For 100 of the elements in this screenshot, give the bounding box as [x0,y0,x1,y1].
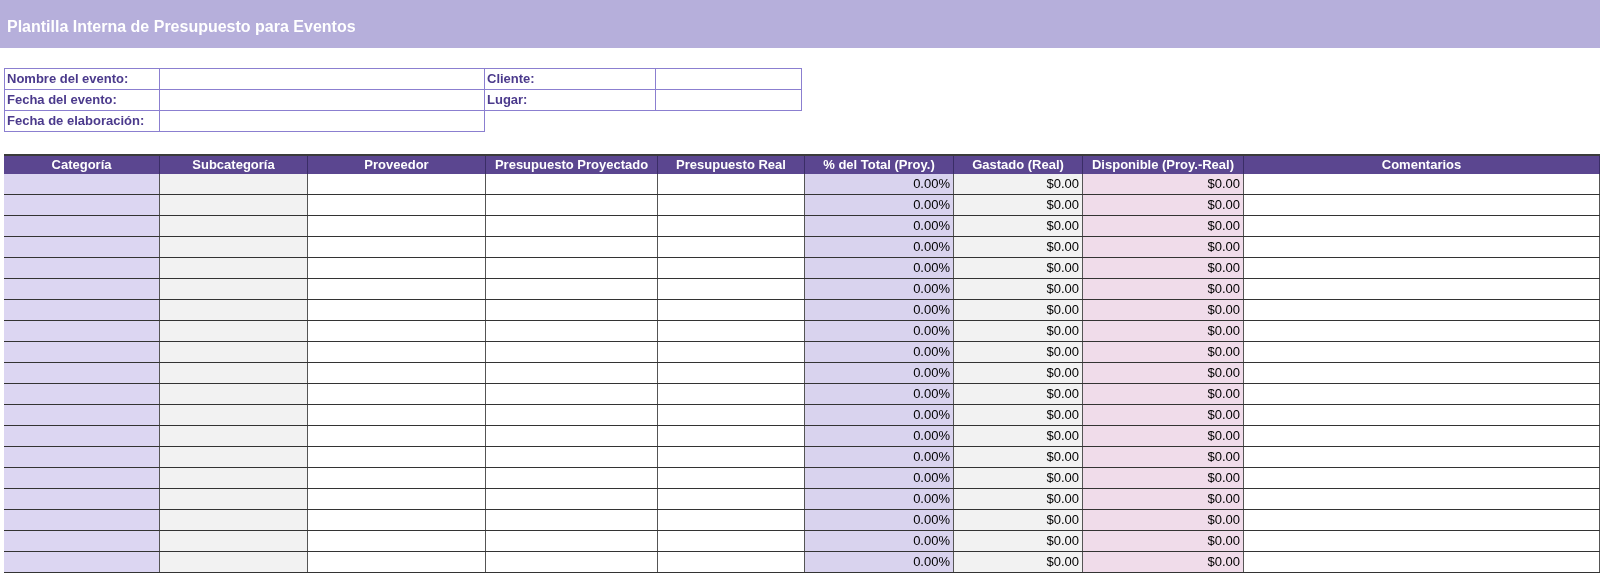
table-cell: $0.00 [1083,489,1244,509]
table-cell: $0.00 [954,321,1083,341]
table-cell[interactable] [4,405,160,425]
table-cell[interactable] [160,279,308,299]
table-cell: $0.00 [1083,279,1244,299]
table-cell: $0.00 [954,384,1083,404]
input-field[interactable] [159,110,485,132]
table-cell: $0.00 [954,426,1083,446]
table-cell[interactable] [160,426,308,446]
table-cell[interactable] [4,321,160,341]
table-cell: 0.00% [805,216,954,236]
input-field[interactable] [655,68,802,90]
table-cell: 0.00% [805,426,954,446]
table-cell[interactable] [4,195,160,215]
table-cell: 0.00% [805,300,954,320]
table-cell[interactable] [160,531,308,551]
table-cell: 0.00% [805,447,954,467]
table-cell[interactable] [4,258,160,278]
table-cell[interactable] [160,195,308,215]
table-cell[interactable] [160,489,308,509]
table-cell[interactable] [4,489,160,509]
table-cell[interactable] [4,426,160,446]
table-cell[interactable] [4,384,160,404]
sheet-title: Plantilla Interna de Presupuesto para Eventos [0,0,1600,48]
table-cell: $0.00 [954,489,1083,509]
table-cell: $0.00 [954,447,1083,467]
table-cell: $0.00 [954,468,1083,488]
table-cell[interactable] [160,363,308,383]
table-cell: $0.00 [1083,531,1244,551]
table-cell[interactable] [160,321,308,341]
table-cell: $0.00 [1083,447,1244,467]
table-cell: 0.00% [805,531,954,551]
table-cell: $0.00 [1083,216,1244,236]
table-cell: $0.00 [954,279,1083,299]
table-cell[interactable] [160,258,308,278]
table-cell: 0.00% [805,237,954,257]
table-cell[interactable] [4,237,160,257]
table-cell: 0.00% [805,552,954,572]
table-cell: $0.00 [1083,426,1244,446]
table-cell: $0.00 [954,510,1083,530]
table-cell[interactable] [4,342,160,362]
table-cell: 0.00% [805,468,954,488]
table-cell[interactable] [4,468,160,488]
table-cell: $0.00 [954,258,1083,278]
table-cell[interactable] [4,531,160,551]
field-label: Fecha de elaboración: [4,110,160,132]
table-cell[interactable] [4,552,160,572]
table-cell: 0.00% [805,195,954,215]
table-cell[interactable] [160,510,308,530]
table-cell: $0.00 [1083,384,1244,404]
table-cell[interactable] [4,447,160,467]
table-cell: 0.00% [805,363,954,383]
table-cell: $0.00 [1083,258,1244,278]
table-cell: $0.00 [1083,300,1244,320]
table-cell: $0.00 [954,237,1083,257]
table-cell[interactable] [160,447,308,467]
table-cell: $0.00 [1083,468,1244,488]
table-cell: $0.00 [954,195,1083,215]
table-cell: $0.00 [954,405,1083,425]
table-cell[interactable] [4,216,160,236]
table-cell[interactable] [160,384,308,404]
table-cell[interactable] [4,300,160,320]
table-cell: 0.00% [805,279,954,299]
table-cell[interactable] [160,237,308,257]
table-cell[interactable] [160,405,308,425]
table-cell: 0.00% [805,510,954,530]
table-cell: $0.00 [954,552,1083,572]
table-cell[interactable] [160,300,308,320]
table-cell[interactable] [160,552,308,572]
table-cell: 0.00% [805,489,954,509]
table-cell: $0.00 [1083,405,1244,425]
table-cell: 0.00% [805,405,954,425]
table-cell: $0.00 [1083,552,1244,572]
table-cell: $0.00 [1083,510,1244,530]
table-cell[interactable] [160,216,308,236]
table-cell: $0.00 [1083,174,1244,194]
table-cell: $0.00 [1083,342,1244,362]
table-cell[interactable] [160,468,308,488]
table-cell: 0.00% [805,174,954,194]
table-cell: $0.00 [1083,195,1244,215]
table-cell: $0.00 [954,300,1083,320]
table-cell: $0.00 [1083,237,1244,257]
table-cell: 0.00% [805,342,954,362]
table-cell: $0.00 [954,174,1083,194]
table-cell: 0.00% [805,384,954,404]
table-cell[interactable] [4,510,160,530]
table-cell: $0.00 [954,216,1083,236]
table-cell[interactable] [4,363,160,383]
table-cell: $0.00 [954,342,1083,362]
table-cell: 0.00% [805,321,954,341]
input-field[interactable] [655,89,802,111]
table-cell: $0.00 [1083,321,1244,341]
table-cell[interactable] [4,174,160,194]
table-cell: 0.00% [805,258,954,278]
table-cell: $0.00 [954,363,1083,383]
table-cell[interactable] [160,174,308,194]
table-cell: $0.00 [1083,363,1244,383]
table-cell[interactable] [4,279,160,299]
table-cell[interactable] [160,342,308,362]
table-cell: $0.00 [954,531,1083,551]
